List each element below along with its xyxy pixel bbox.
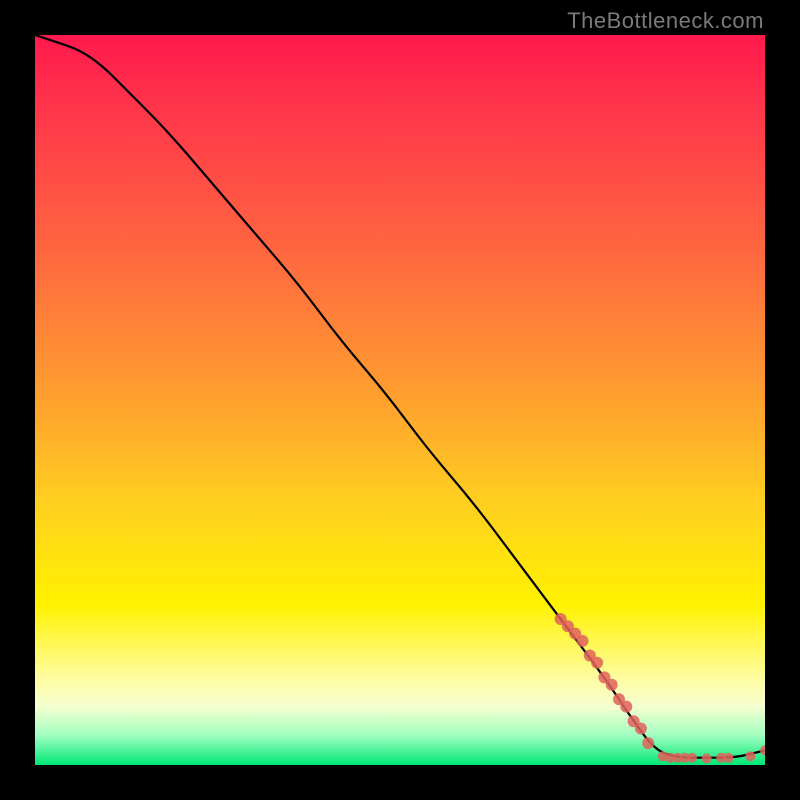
chart-attribution-text: TheBottleneck.com [567, 8, 764, 34]
scatter-point [702, 753, 712, 763]
scatter-point [591, 657, 603, 669]
chart-plot-area [35, 35, 765, 765]
scatter-point [635, 723, 647, 735]
scatter-point [745, 751, 755, 761]
chart-svg-layer [35, 35, 765, 765]
scatter-point [687, 753, 697, 763]
chart-scatter-points [555, 613, 765, 763]
scatter-point [606, 679, 618, 691]
scatter-point [620, 701, 632, 713]
chart-line [35, 35, 765, 758]
chart-frame: TheBottleneck.com [0, 0, 800, 800]
scatter-point [724, 753, 734, 763]
scatter-point [577, 635, 589, 647]
scatter-point [642, 737, 654, 749]
scatter-point [760, 745, 765, 755]
